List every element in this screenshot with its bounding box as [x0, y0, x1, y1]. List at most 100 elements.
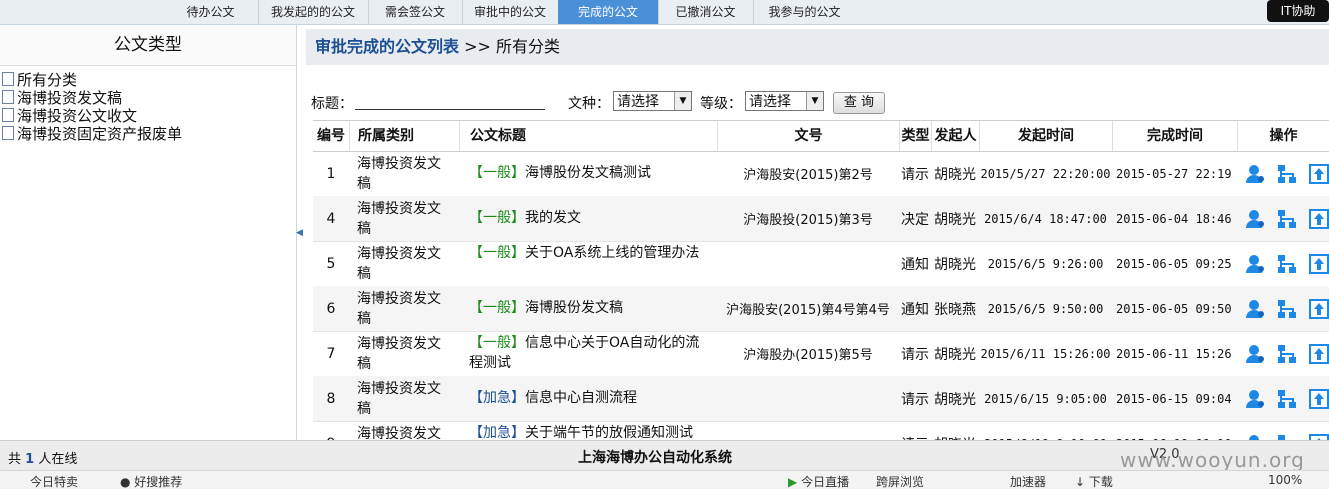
upload-icon[interactable] — [1309, 389, 1329, 409]
main-content: 审批完成的公文列表 >> 所有分类 标题： 文种： 请选择 ▼ 等级： 请选择 ▼ … — [306, 25, 1329, 467]
user-icon[interactable] — [1245, 344, 1265, 364]
online-number: 1 — [25, 452, 35, 467]
col-title: 公文标题 — [459, 121, 717, 151]
tab-in-approval[interactable]: 审批中的公文 — [462, 0, 559, 24]
col-type: 类型 — [899, 121, 931, 151]
flow-chart-icon[interactable] — [1277, 344, 1297, 364]
user-icon[interactable] — [1245, 299, 1265, 319]
play-icon: ▶ — [788, 475, 798, 489]
user-icon[interactable] — [1245, 254, 1265, 274]
doc-type-select[interactable]: 请选择 ▼ — [613, 91, 692, 111]
flow-chart-icon[interactable] — [1277, 254, 1297, 274]
tree-item-label: 海博投资发文稿 — [17, 89, 123, 107]
user-icon[interactable] — [1245, 389, 1265, 409]
doc-type-sidebar: 公文类型 所有分类 海博投资发文稿 海博投资公文收文 海博投资固定资产报废单 — [0, 25, 297, 440]
row-type: 请示 — [901, 391, 929, 408]
tree-item-asset-scrap[interactable]: 海博投资固定资产报废单 — [0, 125, 296, 143]
tab-participated[interactable]: 我参与的公文 — [753, 0, 856, 24]
row-category: 海博投资发文稿 — [357, 200, 441, 237]
document-icon — [2, 72, 14, 86]
doc-type-value: 请选择 — [617, 94, 659, 110]
upload-icon[interactable] — [1309, 164, 1329, 184]
row-title-cell[interactable]: 【加急】信息中心自测流程 — [459, 376, 717, 421]
row-title-cell[interactable]: 【一般】关于OA系统上线的管理办法 — [459, 241, 717, 286]
upload-icon[interactable] — [1309, 299, 1329, 319]
row-initiator: 胡晓光 — [934, 391, 976, 408]
table-row[interactable]: 4 海博投资发文稿 【一般】我的发文 沪海股投(2015)第3号 决定 胡晓光 2015/6… — [313, 196, 1329, 242]
table-row[interactable]: 8 海博投资发文稿 【加急】信息中心自测流程 请示 胡晓光 2015/6/15 9:05:… — [313, 376, 1329, 422]
table-row[interactable]: 1 海博投资发文稿 【一般】海博股份发文稿测试 沪海股安(2015)第2号 请示 胡晓光 2… — [313, 151, 1329, 197]
row-initiator: 张晓燕 — [934, 301, 976, 318]
browser-recommend[interactable]: ● 好搜推荐 — [120, 473, 182, 490]
row-type: 请示 — [901, 346, 929, 363]
table-row[interactable]: 5 海博投资发文稿 【一般】关于OA系统上线的管理办法 通知 胡晓光 2015/6/5 9… — [313, 241, 1329, 287]
row-priority: 【一般】 — [469, 165, 525, 181]
row-type: 决定 — [901, 211, 929, 228]
upload-icon[interactable] — [1309, 254, 1329, 274]
collapse-sidebar-icon[interactable]: ◀ — [296, 228, 303, 238]
title-search-input[interactable] — [355, 93, 545, 110]
row-title-cell[interactable]: 【一般】海博股份发文稿 — [459, 286, 717, 331]
online-suffix: 人在线 — [38, 452, 78, 467]
tree-item-outgoing[interactable]: 海博投资发文稿 — [0, 89, 296, 107]
user-icon[interactable] — [1245, 209, 1265, 229]
flow-chart-icon[interactable] — [1277, 389, 1297, 409]
browser-deals[interactable]: 今日特卖 — [30, 473, 78, 490]
tree-item-all[interactable]: 所有分类 — [0, 71, 296, 89]
row-id: 8 — [326, 390, 336, 407]
browser-cross-screen[interactable]: 跨屏浏览 — [876, 473, 924, 490]
level-select[interactable]: 请选择 ▼ — [745, 91, 824, 111]
col-start-time: 发起时间 — [979, 121, 1112, 151]
browser-live[interactable]: ▶ 今日直播 — [788, 473, 849, 490]
row-end-time: 2015-06-05 09:50 — [1116, 301, 1232, 316]
document-icon — [2, 108, 14, 122]
row-end-time: 2015-06-05 09:25 — [1116, 256, 1232, 271]
row-category: 海博投资发文稿 — [357, 335, 441, 372]
tab-completed[interactable]: 完成的公文 — [558, 0, 659, 24]
browser-download[interactable]: ↓ 下载 — [1075, 473, 1113, 490]
flow-chart-icon[interactable] — [1277, 209, 1297, 229]
row-start-time: 2015/6/4 18:47:00 — [984, 211, 1107, 226]
table-row[interactable]: 7 海博投资发文稿 【一般】信息中心关于OA自动化的流程测试 沪海股办(2015)第5… — [313, 331, 1329, 377]
flow-chart-icon[interactable] — [1277, 164, 1297, 184]
browser-zoom[interactable]: 100% — [1268, 473, 1302, 487]
tab-my-initiated[interactable]: 我发起的的公文 — [258, 0, 369, 24]
online-prefix: 共 — [8, 452, 22, 467]
tree-item-incoming[interactable]: 海博投资公文收文 — [0, 107, 296, 125]
row-title-cell[interactable]: 【一般】海博股份发文稿测试 — [459, 151, 717, 196]
it-help-button[interactable]: IT协助 — [1267, 0, 1329, 22]
col-id: 编号 — [317, 128, 345, 144]
tree-item-label: 海博投资公文收文 — [17, 107, 138, 125]
row-start-time: 2015/5/27 22:20:00 — [980, 166, 1111, 181]
row-title-cell[interactable]: 【一般】信息中心关于OA自动化的流程测试 — [459, 331, 717, 376]
table-row[interactable]: 6 海博投资发文稿 【一般】海博股份发文稿 沪海股安(2015)第4号第4号 通知 张晓燕… — [313, 286, 1329, 332]
flow-chart-icon[interactable] — [1277, 299, 1297, 319]
breadcrumb: 审批完成的公文列表 >> 所有分类 — [306, 29, 1329, 65]
row-title-cell[interactable]: 【一般】我的发文 — [459, 196, 717, 241]
browser-status-bar: 今日特卖 ● 好搜推荐 ▶ 今日直播 跨屏浏览 加速器 ↓ 下载 100% — [0, 470, 1329, 489]
top-tab-bar: 待办公文 我发起的的公文 需会签公文 审批中的公文 完成的公文 已撤消公文 我参… — [0, 0, 1329, 25]
upload-icon[interactable] — [1309, 209, 1329, 229]
row-type: 请示 — [901, 166, 929, 183]
breadcrumb-separator: >> — [464, 37, 491, 56]
system-name: 上海海博办公自动化系统 — [578, 450, 732, 466]
breadcrumb-list-link[interactable]: 审批完成的公文列表 — [315, 37, 459, 56]
tab-countersign[interactable]: 需会签公文 — [368, 0, 463, 24]
browser-accelerator[interactable]: 加速器 — [1010, 473, 1046, 490]
row-priority: 【一般】 — [469, 210, 525, 226]
tab-pending[interactable]: 待办公文 — [163, 0, 259, 24]
upload-icon[interactable] — [1309, 344, 1329, 364]
tab-revoked[interactable]: 已撤消公文 — [658, 0, 754, 24]
document-icon — [2, 90, 14, 104]
col-category: 所属类别 — [349, 121, 459, 151]
query-button[interactable]: 查 询 — [833, 92, 885, 114]
document-icon — [2, 126, 14, 140]
row-priority: 【一般】 — [469, 245, 525, 261]
row-start-time: 2015/6/5 9:50:00 — [987, 301, 1104, 316]
row-category: 海博投资发文稿 — [357, 245, 441, 282]
online-count: 共 1 人在线 — [8, 448, 77, 467]
user-icon[interactable] — [1245, 164, 1265, 184]
row-title: 海博股份发文稿测试 — [525, 165, 651, 181]
row-type: 通知 — [901, 256, 929, 273]
row-title: 关于OA系统上线的管理办法 — [525, 245, 700, 261]
